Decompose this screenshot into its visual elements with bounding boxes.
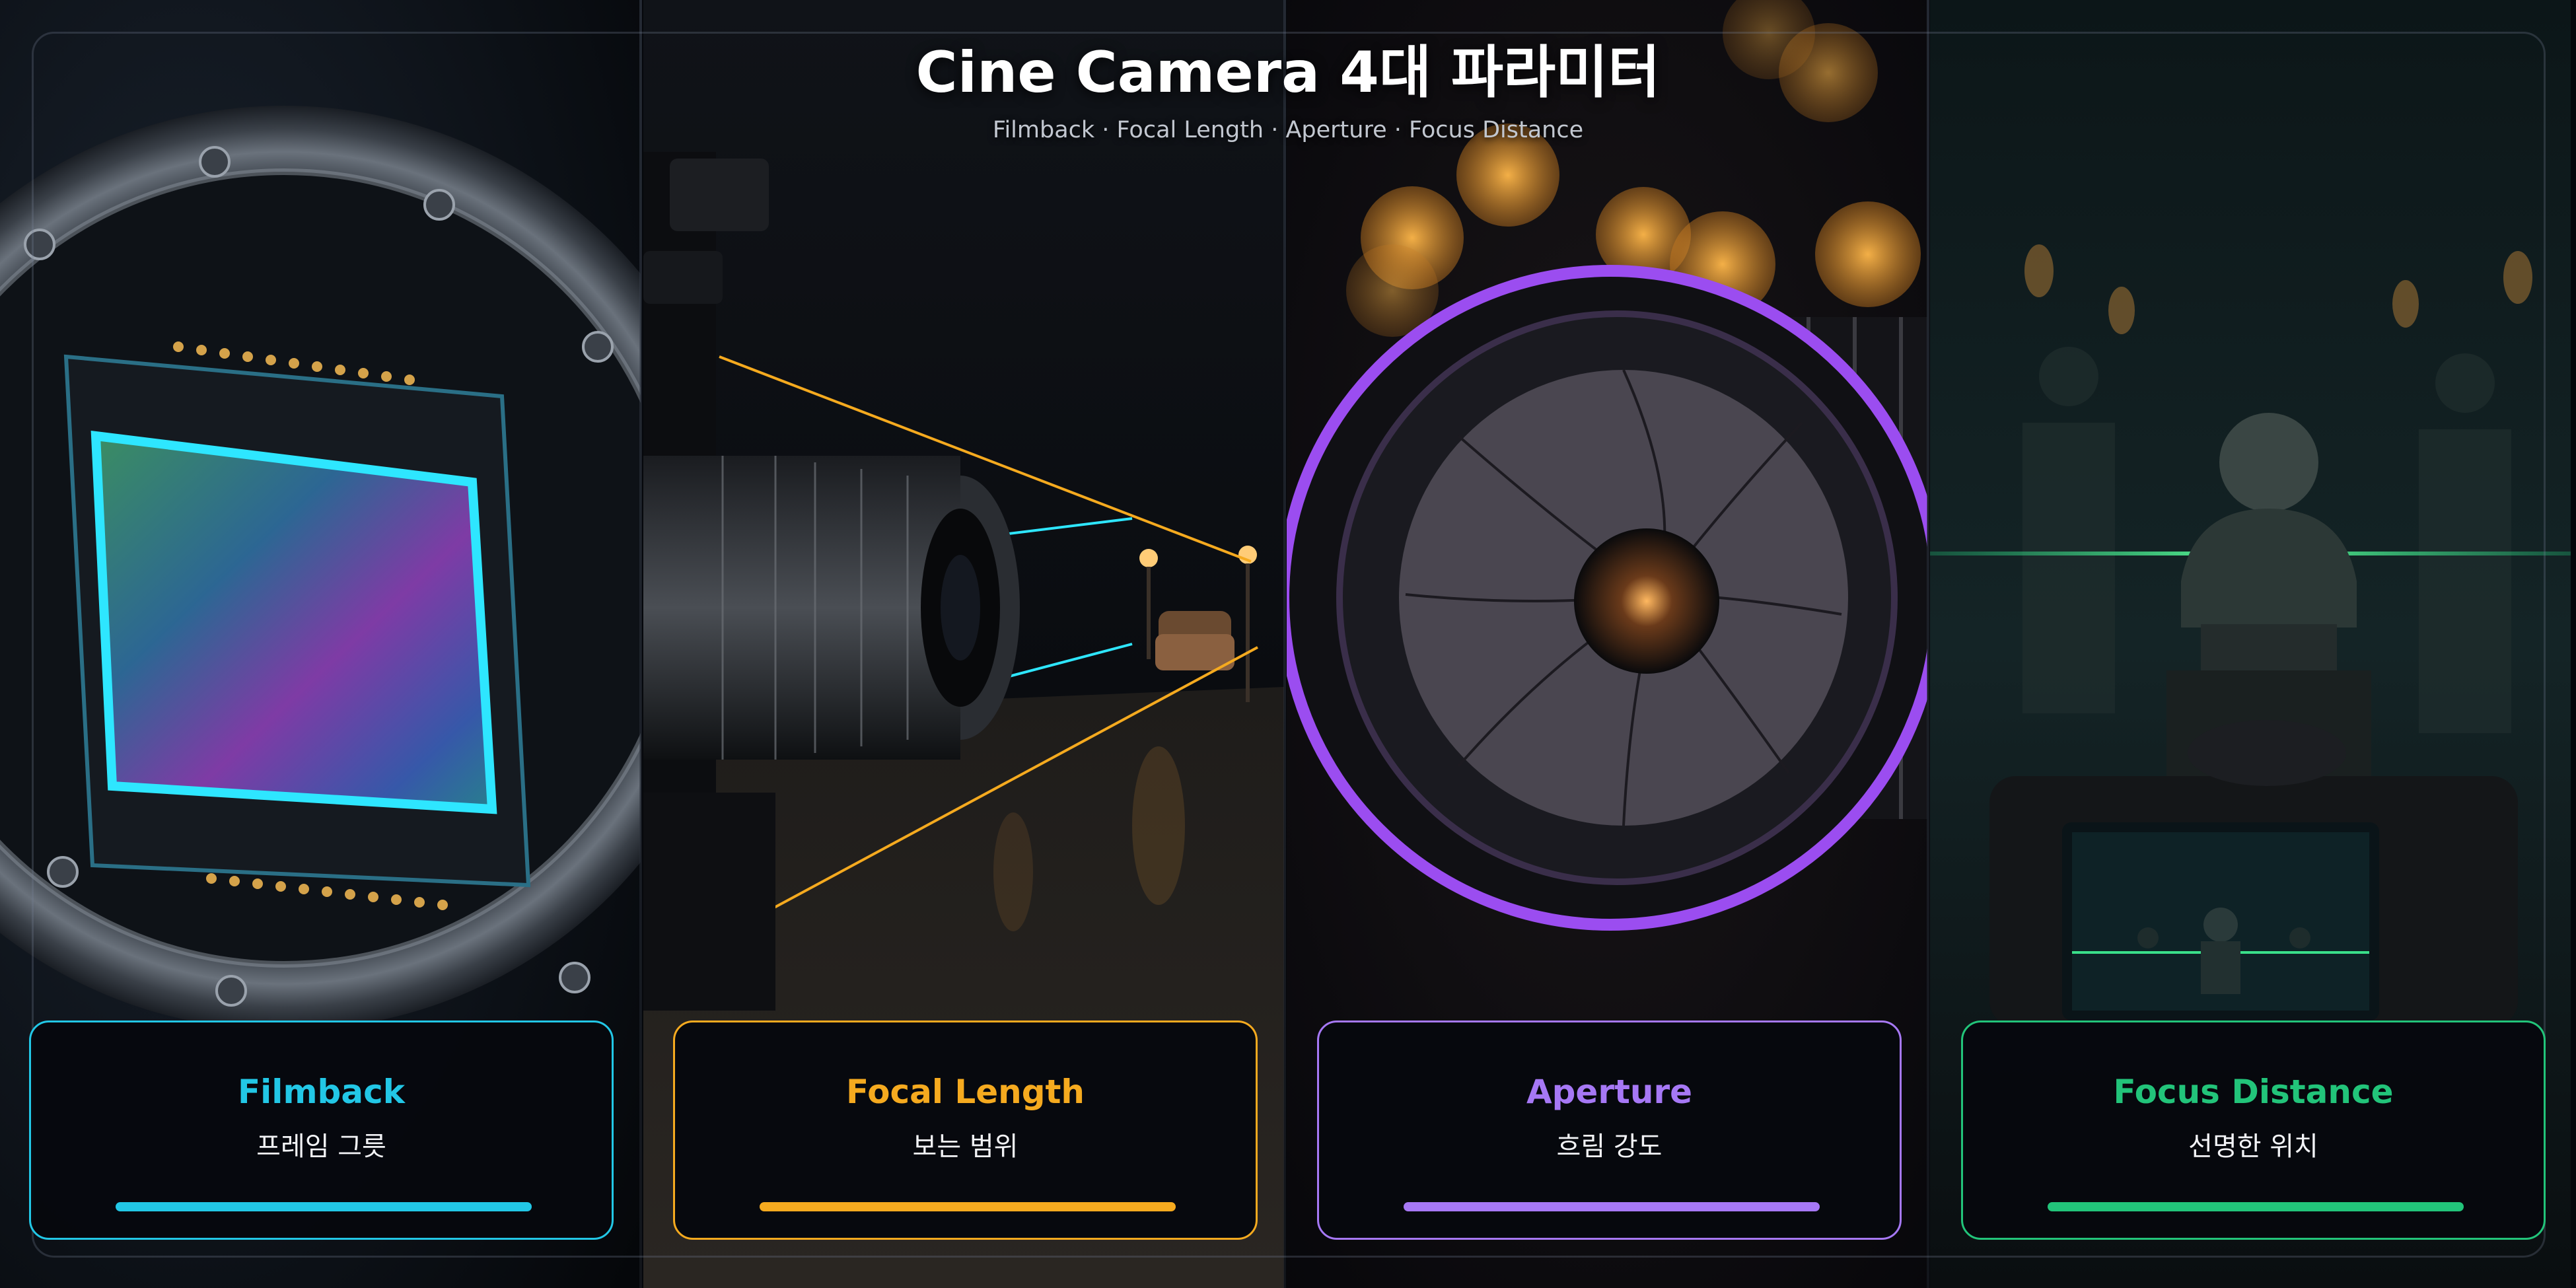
card-subtitle: 선명한 위치 <box>2188 1131 2318 1162</box>
panel-divider <box>1283 0 1286 1288</box>
card-title: Filmback <box>238 1073 405 1111</box>
panel-divider <box>639 0 642 1288</box>
card-title: Aperture <box>1526 1073 1693 1111</box>
card-aperture: Aperture 흐림 강도 <box>1317 1020 1902 1240</box>
infographic: Cine Camera 4대 파라미터 Filmback · Focal Len… <box>0 0 2576 1288</box>
page-title: Cine Camera 4대 파라미터 <box>915 40 1661 106</box>
page-subtitle: Filmback · Focal Length · Aperture · Foc… <box>992 117 1584 143</box>
card-filmback: Filmback 프레임 그릇 <box>29 1020 614 1240</box>
card-subtitle: 프레임 그릇 <box>256 1131 386 1162</box>
card-title: Focal Length <box>845 1073 1085 1111</box>
panel-divider <box>1927 0 1929 1288</box>
card-subtitle: 흐림 강도 <box>1556 1131 1663 1162</box>
accent-bar <box>116 1202 532 1211</box>
card-subtitle: 보는 범위 <box>912 1131 1019 1162</box>
card-title: Focus Distance <box>2113 1073 2394 1111</box>
accent-bar <box>760 1202 1176 1211</box>
accent-bar <box>2048 1202 2464 1211</box>
card-focus-distance: Focus Distance 선명한 위치 <box>1961 1020 2546 1240</box>
card-focal-length: Focal Length 보는 범위 <box>673 1020 1258 1240</box>
accent-bar <box>1404 1202 1820 1211</box>
header: Cine Camera 4대 파라미터 Filmback · Focal Len… <box>0 26 2576 147</box>
